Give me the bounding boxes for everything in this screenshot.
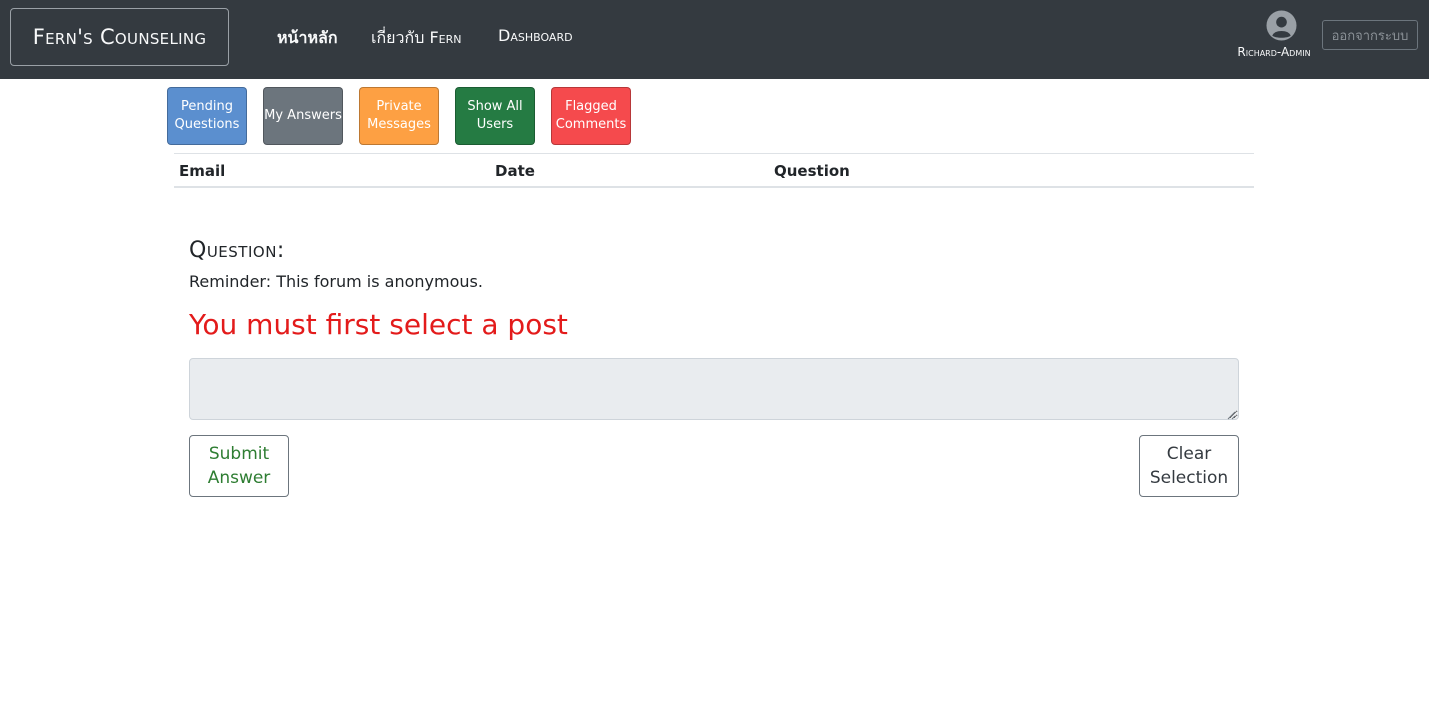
clear-selection-button[interactable]: Clear Selection xyxy=(1139,435,1239,497)
column-header-date[interactable]: Date xyxy=(495,162,535,180)
submit-answer-button[interactable]: Submit Answer xyxy=(189,435,289,497)
my-answers-button[interactable]: My Answers xyxy=(263,87,343,145)
nav-link-about[interactable]: เกี่ยวกับ Fern xyxy=(371,26,461,51)
question-heading: Question: xyxy=(189,238,285,263)
select-post-error: You must first select a post xyxy=(189,308,568,341)
answer-textarea[interactable] xyxy=(189,358,1239,420)
user-name-label: Richard-Admin xyxy=(1237,45,1311,59)
questions-table: Email Date Question xyxy=(174,153,1254,188)
show-all-users-button[interactable]: Show All Users xyxy=(455,87,535,145)
top-navbar: Fern's Counseling หน้าหลัก เกี่ยวกับ Fer… xyxy=(0,0,1429,79)
column-header-email[interactable]: Email xyxy=(179,162,225,180)
column-header-question[interactable]: Question xyxy=(774,162,850,180)
pending-questions-button[interactable]: Pending Questions xyxy=(167,87,247,145)
nav-link-dashboard[interactable]: Dashboard xyxy=(498,26,573,45)
flagged-comments-button[interactable]: Flagged Comments xyxy=(551,87,631,145)
nav-link-home[interactable]: หน้าหลัก xyxy=(277,26,338,51)
anonymous-reminder: Reminder: This forum is anonymous. xyxy=(189,272,483,291)
brand-logo-link[interactable]: Fern's Counseling xyxy=(10,8,229,66)
private-messages-button[interactable]: Private Messages xyxy=(359,87,439,145)
user-circle-icon[interactable] xyxy=(1266,10,1297,41)
logout-button[interactable]: ออกจากระบบ xyxy=(1322,20,1418,50)
